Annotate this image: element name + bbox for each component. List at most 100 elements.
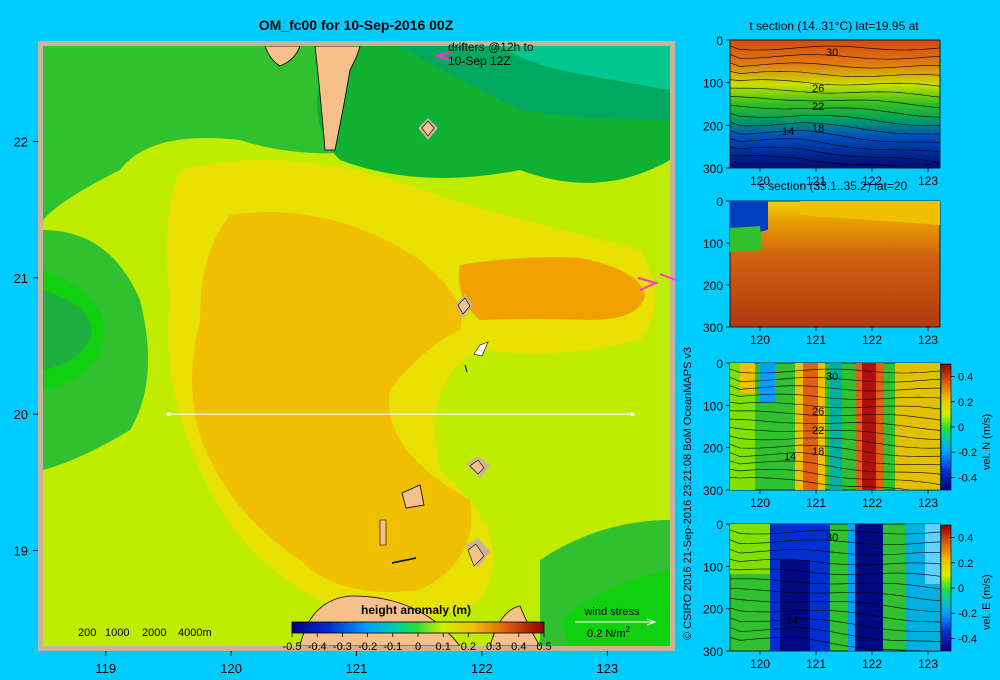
t-section-title: t section (14..31°C) lat=19.95 at <box>749 19 919 33</box>
x-tick-label: 120 <box>220 661 242 676</box>
drifters-label: 10-Sep 12Z <box>448 54 511 68</box>
colorbar-tick-label: 0 <box>958 583 964 595</box>
y-tick-label: 200 <box>703 279 723 293</box>
x-tick-label: 121 <box>346 661 368 676</box>
colorbar-tick-label: 0 <box>415 641 421 653</box>
copyright-text: © CSIRO 2016 21-Sep-2016 23:21:08 BoM Oc… <box>682 347 694 640</box>
vel-e-colorbar-ticks: 0.4 0.2 0 -0.2 -0.4 <box>951 533 977 645</box>
colorbar-tick-label: -0.2 <box>958 608 977 620</box>
contour-label-18: 18 <box>812 446 824 458</box>
vel-n-colorbar-ticks: 0.4 0.2 0 -0.2 -0.4 <box>951 372 977 484</box>
y-tick-label: 21 <box>14 271 28 286</box>
y-tick-label: 0 <box>716 34 723 48</box>
x-tick-label: 123 <box>918 657 938 671</box>
x-tick-label: 119 <box>95 661 116 676</box>
contour-label-14: 14 <box>782 126 794 138</box>
map-field <box>43 46 670 646</box>
x-tick-label: 122 <box>862 657 882 671</box>
colorbar-tick-label: -0.4 <box>308 641 327 653</box>
y-tick-label: 100 <box>703 399 723 413</box>
y-tick-label: 100 <box>703 560 723 574</box>
contour-label-26: 26 <box>812 83 824 95</box>
t-section-y-axis: 0 100 200 300 <box>703 34 730 176</box>
vel-n-colorbar <box>940 363 952 491</box>
vel-e-y-axis: 0 100 200 300 <box>703 518 730 659</box>
colorbar-tick-label: 0.5 <box>536 641 551 653</box>
y-tick-label: 200 <box>703 119 723 133</box>
x-tick-label: 123 <box>918 496 938 510</box>
y-tick-label: 0 <box>716 357 723 371</box>
s-section-y-axis: 0 100 200 300 <box>703 195 730 335</box>
vel-n-y-axis: 0 100 200 300 <box>703 357 730 498</box>
x-tick-label: 123 <box>596 661 618 676</box>
y-tick-label: 19 <box>14 544 28 559</box>
colorbar-title: height anomaly (m) <box>361 603 471 617</box>
x-tick-label: 123 <box>918 333 938 347</box>
contour-label-14: 14 <box>784 451 796 463</box>
vel-n-colorbar-label: vel. N (m/s) <box>981 414 993 470</box>
y-tick-label: 100 <box>703 237 723 251</box>
y-tick-label: 300 <box>703 645 723 659</box>
y-tick-label: 0 <box>716 518 723 532</box>
contour-label-30: 30 <box>826 532 838 544</box>
x-tick-label: 122 <box>862 333 882 347</box>
s-section-x-axis: 120 121 122 123 <box>750 327 938 347</box>
wind-stress-label: wind stress <box>583 606 640 618</box>
colorbar-tick-label: 0.4 <box>511 641 526 653</box>
vel-e-colorbar-label: vel. E (m/s) <box>981 574 993 630</box>
contour-label-18: 18 <box>812 123 824 135</box>
depth-legend-200: 200 <box>78 627 96 639</box>
x-tick-label: 122 <box>471 661 493 676</box>
y-tick-label: 300 <box>703 484 723 498</box>
contour-label-22: 22 <box>812 101 824 113</box>
depth-legend-4000: 4000m <box>178 627 212 639</box>
y-tick-label: 20 <box>14 407 28 422</box>
figure-canvas: OM_fc00 for 10-Sep-2016 00Z drifters @12… <box>14 17 993 676</box>
y-tick-label: 100 <box>703 77 723 91</box>
x-tick-label: 123 <box>918 174 938 188</box>
figure-title: OM_fc00 for 10-Sep-2016 00Z <box>259 17 454 33</box>
y-tick-label: 200 <box>703 442 723 456</box>
contour-label-26: 26 <box>812 406 824 418</box>
vel-e-colorbar <box>940 524 952 652</box>
contour-label-30: 30 <box>826 47 838 59</box>
s-section-title: s section (33.1..35.2) lat=20 <box>759 179 908 193</box>
colorbar-tick-label: 0.1 <box>436 641 451 653</box>
x-tick-label: 120 <box>750 333 770 347</box>
x-tick-label: 120 <box>750 657 770 671</box>
contour-label-14: 14 <box>786 615 798 627</box>
wind-scale: 0.2 N/m2 <box>587 625 631 640</box>
colorbar-tick-label: -0.4 <box>958 633 977 645</box>
x-tick-label: 121 <box>806 333 826 347</box>
x-tick-label: 121 <box>806 496 826 510</box>
x-tick-label: 122 <box>862 496 882 510</box>
y-tick-label: 300 <box>703 321 723 335</box>
colorbar-tick-label: -0.2 <box>358 641 377 653</box>
vel-n-x-axis: 120 121 122 123 <box>750 490 938 510</box>
contour-label-22: 22 <box>812 425 824 437</box>
y-tick-label: 200 <box>703 603 723 617</box>
vel-e-x-axis: 120 121 122 123 <box>750 651 938 671</box>
depth-legend-2000: 2000 <box>142 627 166 639</box>
depth-legend-1000: 1000 <box>105 627 129 639</box>
colorbar <box>291 621 545 634</box>
colorbar-tick-label: 0.4 <box>958 372 973 384</box>
map-y-axis: 19 20 21 22 <box>14 134 38 559</box>
colorbar-tick-label: 0.2 <box>958 558 973 570</box>
colorbar-tick-label: -0.1 <box>383 641 402 653</box>
colorbar-tick-label: 0.2 <box>461 641 476 653</box>
x-tick-label: 120 <box>750 496 770 510</box>
contour-label-30: 30 <box>826 371 838 383</box>
colorbar-tick-label: 0 <box>958 422 964 434</box>
drifters-label: drifters @12h to <box>448 40 534 54</box>
y-tick-label: 22 <box>14 134 28 149</box>
colorbar-tick-label: -0.5 <box>283 641 302 653</box>
y-tick-label: 0 <box>716 195 723 209</box>
colorbar-tick-label: 0.3 <box>486 641 501 653</box>
x-tick-label: 121 <box>806 657 826 671</box>
colorbar-tick-label: -0.2 <box>958 447 977 459</box>
colorbar-tick-label: -0.3 <box>333 641 352 653</box>
colorbar-tick-label: -0.4 <box>958 472 977 484</box>
map-x-axis: 119 120 121 122 123 <box>95 651 618 676</box>
colorbar-tick-label: 0.2 <box>958 397 973 409</box>
